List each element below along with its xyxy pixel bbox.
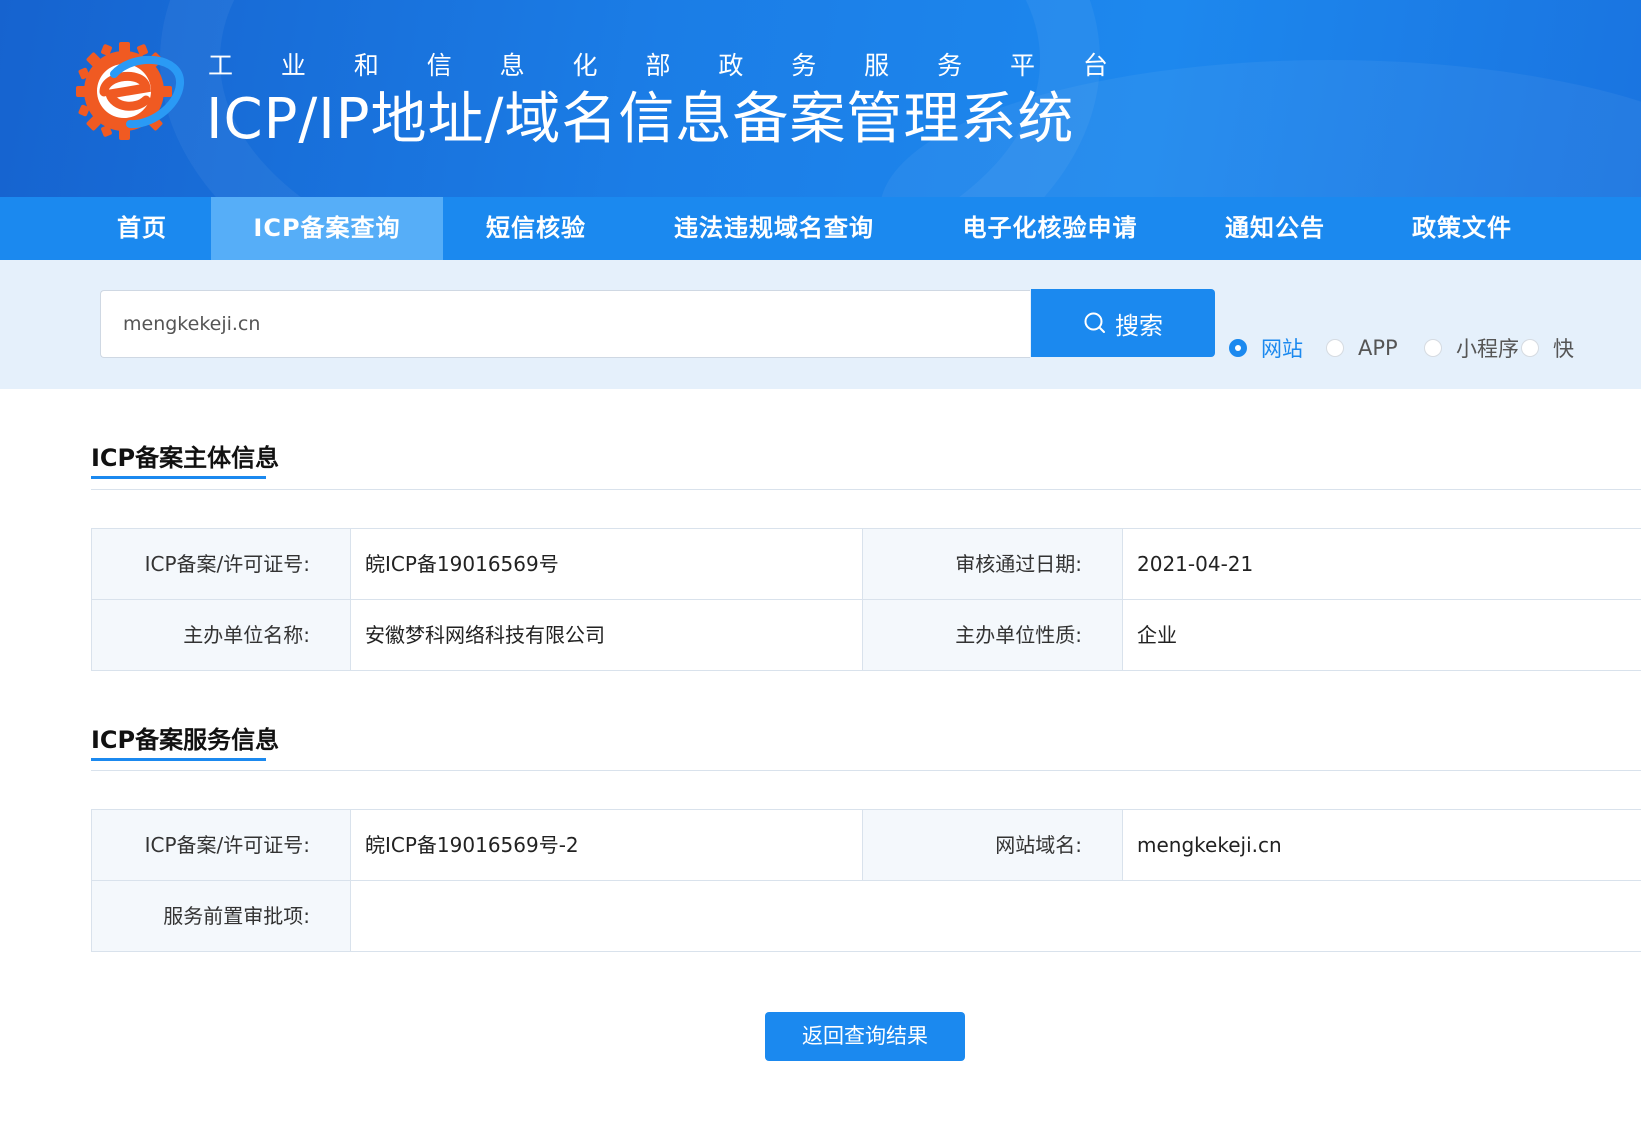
website-domain-label: 网站域名: bbox=[863, 810, 1123, 880]
back-to-results-button[interactable]: 返回查询结果 bbox=[765, 1012, 965, 1061]
miit-logo-icon bbox=[74, 34, 186, 144]
radio-website[interactable]: 网站 bbox=[1229, 334, 1303, 362]
search-button-label: 搜索 bbox=[1115, 311, 1163, 340]
service-license-number-value: 皖ICP备19016569号-2 bbox=[351, 810, 863, 880]
search-icon bbox=[1083, 311, 1107, 335]
subtitle-char: 务 bbox=[791, 51, 817, 80]
nav-item-notices[interactable]: 通知公告 bbox=[1181, 197, 1369, 260]
radio-mini-program[interactable]: 小程序 bbox=[1424, 334, 1519, 362]
subtitle-char: 服 bbox=[864, 51, 890, 80]
main-nav: 首页 ICP备案查询 短信核验 违法违规域名查询 电子化核验申请 通知公告 政策… bbox=[0, 197, 1641, 260]
radio-label: APP bbox=[1358, 336, 1398, 360]
radio-label: 小程序 bbox=[1456, 337, 1519, 361]
section-title-service: ICP备案服务信息 bbox=[91, 726, 280, 754]
subtitle-char: 平 bbox=[1009, 51, 1035, 80]
search-button[interactable]: 搜索 bbox=[1031, 289, 1215, 357]
radio-dot bbox=[1326, 339, 1344, 357]
section-divider bbox=[91, 770, 1641, 771]
subtitle-char: 业 bbox=[280, 51, 306, 80]
approval-date-label: 审核通过日期: bbox=[863, 529, 1123, 599]
organizer-name-label: 主办单位名称: bbox=[92, 600, 351, 670]
approval-date-value: 2021-04-21 bbox=[1137, 552, 1254, 576]
subtitle-char: 和 bbox=[353, 51, 379, 80]
radio-dot bbox=[1229, 339, 1247, 357]
website-domain-value: mengkekeji.cn bbox=[1137, 833, 1282, 857]
nav-item-policy-docs[interactable]: 政策文件 bbox=[1369, 197, 1555, 260]
table-row: ICP备案/许可证号: 皖ICP备19016569号-2 网站域名: mengk… bbox=[92, 810, 1641, 881]
radio-app[interactable]: APP bbox=[1326, 334, 1398, 362]
subtitle-char: 工 bbox=[208, 51, 234, 80]
license-number-value: 皖ICP备19016569号 bbox=[351, 529, 863, 599]
banner-subtitle: 工 业 和 信 息 化 部 政 务 服 务 平 台 bbox=[208, 46, 1108, 82]
radio-label: 网站 bbox=[1261, 337, 1303, 361]
license-number-label: ICP备案/许可证号: bbox=[92, 529, 351, 599]
table-row: ICP备案/许可证号: 皖ICP备19016569号 审核通过日期: 2021-… bbox=[92, 529, 1641, 600]
subtitle-char: 息 bbox=[499, 51, 525, 80]
pre-approval-value bbox=[351, 881, 1641, 951]
subtitle-char: 部 bbox=[645, 51, 671, 80]
service-info-table: ICP备案/许可证号: 皖ICP备19016569号-2 网站域名: mengk… bbox=[91, 809, 1641, 952]
section-title-underline bbox=[91, 758, 266, 761]
table-row: 主办单位名称: 安徽梦科网络科技有限公司 主办单位性质: 企业 bbox=[92, 600, 1641, 671]
table-row: 服务前置审批项: bbox=[92, 881, 1641, 952]
radio-quick-app[interactable]: 快 bbox=[1521, 334, 1574, 362]
nav-item-sms-verify[interactable]: 短信核验 bbox=[443, 197, 629, 260]
nav-item-e-verify-apply[interactable]: 电子化核验申请 bbox=[919, 197, 1181, 260]
organizer-name-value: 安徽梦科网络科技有限公司 bbox=[351, 600, 863, 670]
nav-item-icp-query[interactable]: ICP备案查询 bbox=[211, 197, 443, 260]
pre-approval-label: 服务前置审批项: bbox=[92, 881, 351, 951]
radio-label: 快 bbox=[1553, 337, 1574, 361]
service-license-number-label: ICP备案/许可证号: bbox=[92, 810, 351, 880]
nav-item-home[interactable]: 首页 bbox=[72, 197, 212, 260]
subtitle-char: 政 bbox=[718, 51, 744, 80]
subtitle-char: 化 bbox=[572, 51, 598, 80]
search-input[interactable]: mengkekeji.cn bbox=[100, 290, 1030, 358]
section-divider bbox=[91, 489, 1641, 490]
radio-dot bbox=[1521, 339, 1539, 357]
subject-info-table: ICP备案/许可证号: 皖ICP备19016569号 审核通过日期: 2021-… bbox=[91, 528, 1641, 671]
radio-dot bbox=[1424, 339, 1442, 357]
organizer-type-value: 企业 bbox=[1137, 623, 1177, 647]
subtitle-char: 信 bbox=[426, 51, 452, 80]
organizer-type-label: 主办单位性质: bbox=[863, 600, 1123, 670]
header-banner: 工 业 和 信 息 化 部 政 务 服 务 平 台 ICP/IP地址/域名信息备… bbox=[0, 0, 1641, 197]
section-title-underline bbox=[91, 476, 266, 479]
subtitle-char: 务 bbox=[937, 51, 963, 80]
subtitle-char: 台 bbox=[1082, 51, 1108, 80]
section-title-subject: ICP备案主体信息 bbox=[91, 444, 280, 472]
system-title: ICP/IP地址/域名信息备案管理系统 bbox=[206, 87, 1075, 152]
search-area: mengkekeji.cn 搜索 网站 APP 小程序 快 bbox=[0, 260, 1641, 389]
nav-item-illegal-domain-query[interactable]: 违法违规域名查询 bbox=[629, 197, 919, 260]
